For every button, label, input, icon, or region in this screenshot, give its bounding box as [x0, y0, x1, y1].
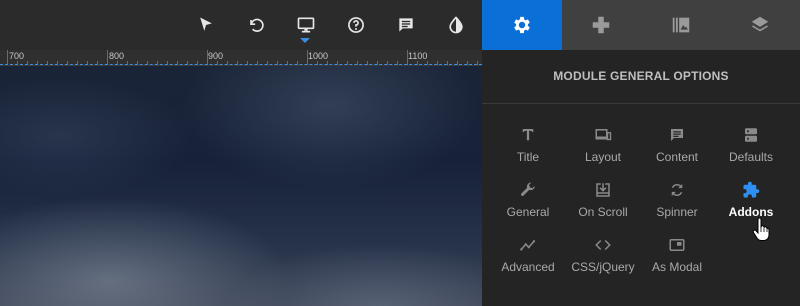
option-title[interactable]: Title: [488, 124, 568, 174]
tab-navigation[interactable]: [561, 0, 641, 50]
option-on-scroll[interactable]: On Scroll: [563, 179, 643, 229]
module-options-panel: MODULE GENERAL OPTIONS Title Layout Cont…: [482, 50, 800, 306]
option-advanced[interactable]: Advanced: [488, 234, 568, 284]
comments-button[interactable]: [391, 10, 421, 40]
editor-toolbar: [0, 0, 482, 50]
ruler-label: 700: [9, 51, 25, 61]
active-view-indicator: [300, 38, 310, 43]
panel-title: MODULE GENERAL OPTIONS: [553, 69, 729, 83]
option-as-modal[interactable]: As Modal: [637, 234, 717, 284]
contrast-icon: [449, 16, 463, 34]
option-general[interactable]: General: [488, 179, 568, 229]
contrast-button[interactable]: [441, 10, 471, 40]
title-icon: [522, 129, 534, 141]
option-layout[interactable]: Layout: [563, 124, 643, 174]
pointer-icon: [200, 17, 212, 31]
option-content[interactable]: Content: [637, 124, 717, 174]
ruler-label: 800: [109, 51, 125, 61]
option-label: On Scroll: [578, 205, 628, 219]
option-label: Spinner: [656, 205, 698, 219]
puzzle-icon: [743, 181, 760, 198]
gear-icon: [513, 16, 530, 34]
ruler-tick: [207, 50, 208, 65]
ruler-tick: [307, 50, 308, 65]
option-label: CSS/jQuery: [571, 260, 635, 274]
desktop-icon: [297, 17, 315, 33]
ruler-label: 1100: [408, 51, 428, 61]
ruler-tick: [407, 50, 408, 65]
option-label: Advanced: [501, 260, 555, 274]
help-icon: [348, 17, 364, 33]
content-icon: [671, 129, 683, 141]
option-label: Layout: [584, 150, 622, 164]
layers-icon: [752, 16, 769, 32]
option-label: As Modal: [651, 260, 703, 274]
ruler-tick: [107, 50, 108, 65]
option-addons[interactable]: Addons: [711, 179, 791, 229]
modal-icon: [669, 239, 685, 251]
on-scroll-icon: [596, 183, 610, 197]
help-button[interactable]: [341, 10, 371, 40]
panel-tabs: [482, 0, 800, 50]
guide-line: [0, 64, 482, 65]
option-css-jquery[interactable]: CSS/jQuery: [563, 234, 643, 284]
wrench-icon: [520, 182, 535, 196]
tab-module-settings[interactable]: [482, 0, 562, 50]
undo-button[interactable]: [241, 10, 271, 40]
option-label: Title: [516, 150, 540, 164]
ruler-label: 900: [208, 51, 224, 61]
horizontal-ruler: 700 800 900 1000 1100: [0, 50, 482, 66]
gamepad-icon: [593, 16, 610, 34]
desktop-view-button[interactable]: [291, 10, 321, 40]
option-defaults[interactable]: Defaults: [711, 124, 791, 174]
ruler-tick: [7, 50, 8, 65]
comment-icon: [399, 18, 413, 32]
tab-library[interactable]: [641, 0, 721, 50]
undo-icon: [250, 18, 264, 32]
code-icon: [595, 239, 611, 251]
defaults-icon: [745, 128, 757, 142]
layout-icon: [595, 129, 612, 141]
pointer-tool-button[interactable]: [191, 10, 221, 40]
spinner-icon: [671, 184, 683, 196]
option-label: Defaults: [728, 150, 774, 164]
option-spinner[interactable]: Spinner: [637, 179, 717, 229]
hand-cursor-icon: [752, 218, 770, 241]
advanced-icon: [520, 240, 536, 251]
panel-divider: [482, 103, 800, 104]
ruler-label: 1000: [308, 51, 329, 61]
option-label: Addons: [728, 205, 774, 219]
slide-canvas-background[interactable]: [0, 66, 482, 306]
tab-layers[interactable]: [720, 0, 800, 50]
option-label: General: [506, 205, 550, 219]
option-label: Content: [655, 150, 699, 164]
library-icon: [672, 17, 689, 33]
